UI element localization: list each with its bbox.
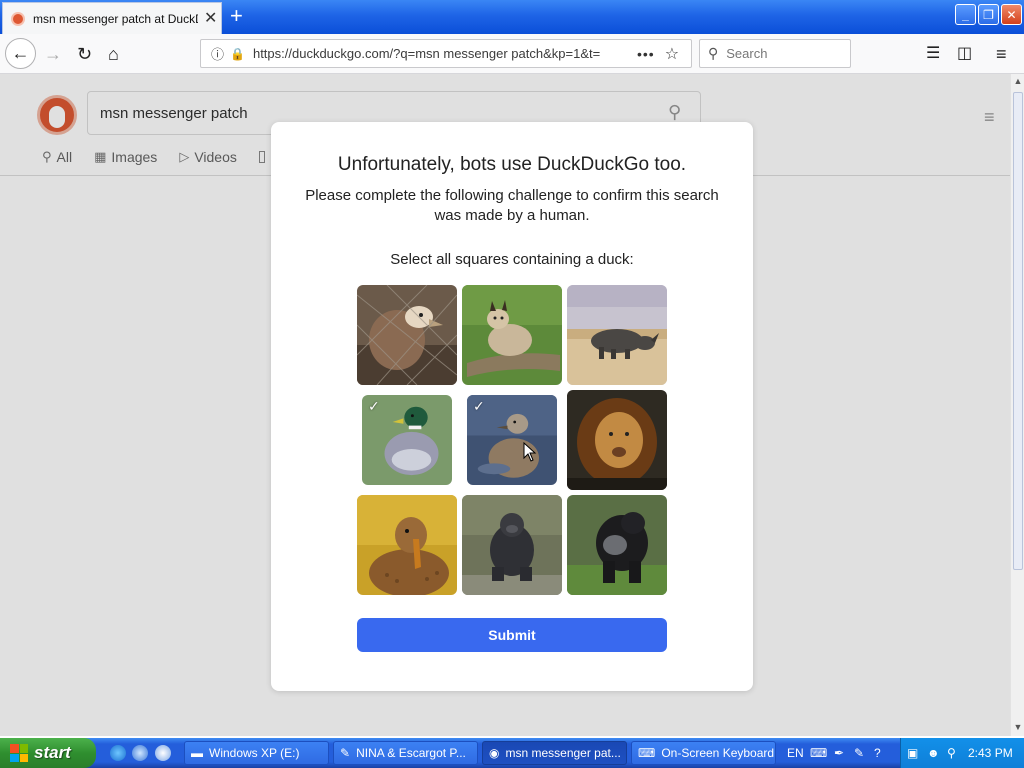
browser-search-field[interactable]: ⚲ Search xyxy=(699,39,851,68)
application-icon: ✎ xyxy=(340,746,351,760)
challenge-tile[interactable] xyxy=(567,285,667,385)
windows-logo-icon xyxy=(10,744,28,762)
lion-image xyxy=(567,390,667,490)
challenge-tile[interactable] xyxy=(462,495,562,595)
minimize-button[interactable]: _ xyxy=(955,4,976,25)
close-tab-icon[interactable]: ✕ xyxy=(204,10,217,27)
duck-image xyxy=(357,495,457,595)
mouse-cursor-icon xyxy=(523,442,537,462)
language-indicator[interactable]: EN xyxy=(787,746,804,760)
scroll-up-arrow-icon[interactable]: ▲ xyxy=(1011,76,1024,86)
lock-icon[interactable]: 🔒 xyxy=(230,47,245,61)
taskbar-button-nina[interactable]: ✎ NINA & Escargot P... xyxy=(333,741,478,765)
hamburger-icon[interactable]: ≡ xyxy=(996,42,1007,66)
new-tab-button[interactable]: + xyxy=(230,4,243,28)
challenge-tile[interactable] xyxy=(567,390,667,490)
start-label: start xyxy=(34,743,71,762)
input-settings-icon[interactable]: ✎ xyxy=(854,746,864,760)
taskbar-button-label: msn messenger pat... xyxy=(505,746,621,760)
challenge-image-grid: ✓ ✓ xyxy=(357,285,667,595)
scroll-down-arrow-icon[interactable]: ▼ xyxy=(1011,722,1024,732)
back-button[interactable]: ← xyxy=(5,38,36,69)
challenge-description: Please complete the following challenge … xyxy=(305,187,719,224)
search-icon: ⚲ xyxy=(708,45,719,61)
keyboard-layout-icon[interactable]: ⌨ xyxy=(810,746,827,760)
rhino-image xyxy=(567,285,667,385)
duckduckgo-favicon-icon xyxy=(11,11,25,26)
browser-title-bar: msn messenger patch at DuckDuckGo ✕ + _ … xyxy=(0,0,1024,34)
messenger-tray-icon[interactable]: ☻ xyxy=(927,746,940,760)
browser-icon: ◉ xyxy=(489,746,500,760)
close-window-button[interactable]: ✕ xyxy=(1001,4,1022,25)
challenge-tile[interactable] xyxy=(567,495,667,595)
taskbar-button-keyboard[interactable]: ⌨ On-Screen Keyboard xyxy=(631,741,776,765)
challenge-title: Unfortunately, bots use DuckDuckGo too. xyxy=(337,154,687,175)
search-tray-icon[interactable]: ⚲ xyxy=(947,746,956,760)
library-icon[interactable]: ☰ xyxy=(926,42,940,66)
sidebar-icon[interactable]: ◫ xyxy=(957,42,972,66)
submit-button[interactable]: Submit xyxy=(357,618,667,652)
reload-button[interactable]: ↻ xyxy=(77,42,92,66)
star-icon[interactable]: ☆ xyxy=(665,44,679,64)
taskbar-button-label: Windows XP (E:) xyxy=(209,746,300,760)
help-icon[interactable]: ? xyxy=(874,746,881,760)
challenge-tile[interactable] xyxy=(462,285,562,385)
windows-taskbar: start ▬ Windows XP (E:) ✎ NINA & Escargo… xyxy=(0,738,1024,768)
challenge-instruction: Select all squares containing a duck: xyxy=(390,251,634,268)
challenge-tile-selected[interactable]: ✓ xyxy=(362,395,452,485)
home-button[interactable]: ⌂ xyxy=(108,42,119,66)
taskbar-button-label: On-Screen Keyboard xyxy=(661,746,775,760)
tab-title: msn messenger patch at DuckDuckGo xyxy=(33,11,198,26)
internet-explorer-icon[interactable] xyxy=(110,745,126,761)
vertical-scrollbar[interactable]: ▲ ▼ xyxy=(1010,74,1024,736)
back-arrow-icon: ← xyxy=(11,43,30,63)
messenger-quicklaunch-icon[interactable] xyxy=(132,745,148,761)
more-dots-icon[interactable]: ••• xyxy=(637,46,655,62)
forward-button[interactable]: → xyxy=(44,42,62,66)
navigation-toolbar: ← → ↻ ⌂ ⓘ 🔒 https://duckduckgo.com/?q=ms… xyxy=(0,34,1024,74)
taskbar-button-browser[interactable]: ◉ msn messenger pat... xyxy=(482,741,627,765)
clock: 2:43 PM xyxy=(968,746,1013,760)
url-text[interactable]: https://duckduckgo.com/?q=msn messenger … xyxy=(253,46,631,61)
media-player-icon[interactable] xyxy=(155,745,171,761)
pen-tool-icon[interactable]: ✒ xyxy=(834,746,844,760)
bot-challenge-modal: Unfortunately, bots use DuckDuckGo too. … xyxy=(271,122,753,691)
challenge-tile[interactable] xyxy=(357,495,457,595)
vulture-image xyxy=(357,285,457,385)
page-content: msn messenger patch ⚲ ≡ ⚲ All ▦ Images ▷… xyxy=(0,74,1010,736)
search-placeholder: Search xyxy=(726,46,768,61)
browser-tab[interactable]: msn messenger patch at DuckDuckGo ✕ xyxy=(2,2,222,34)
start-button[interactable]: start xyxy=(0,738,96,768)
info-icon[interactable]: ⓘ xyxy=(211,44,224,63)
gorilla-image xyxy=(567,495,667,595)
keyboard-icon: ⌨ xyxy=(638,746,656,760)
lynx-image xyxy=(462,285,562,385)
scrollbar-thumb[interactable] xyxy=(1013,92,1023,570)
challenge-tile[interactable] xyxy=(357,285,457,385)
taskbar-button-explorer[interactable]: ▬ Windows XP (E:) xyxy=(184,741,329,765)
network-icon[interactable]: ▣ xyxy=(907,746,918,760)
challenge-tile-selected[interactable]: ✓ xyxy=(467,395,557,485)
drive-icon: ▬ xyxy=(191,746,203,760)
maximize-button[interactable]: ❐ xyxy=(978,4,999,25)
gorilla-image xyxy=(462,495,562,595)
url-bar[interactable]: ⓘ 🔒 https://duckduckgo.com/?q=msn messen… xyxy=(200,39,692,68)
checkmark-icon: ✓ xyxy=(368,398,380,414)
checkmark-icon: ✓ xyxy=(473,398,485,414)
taskbar-button-label: NINA & Escargot P... xyxy=(356,746,466,760)
